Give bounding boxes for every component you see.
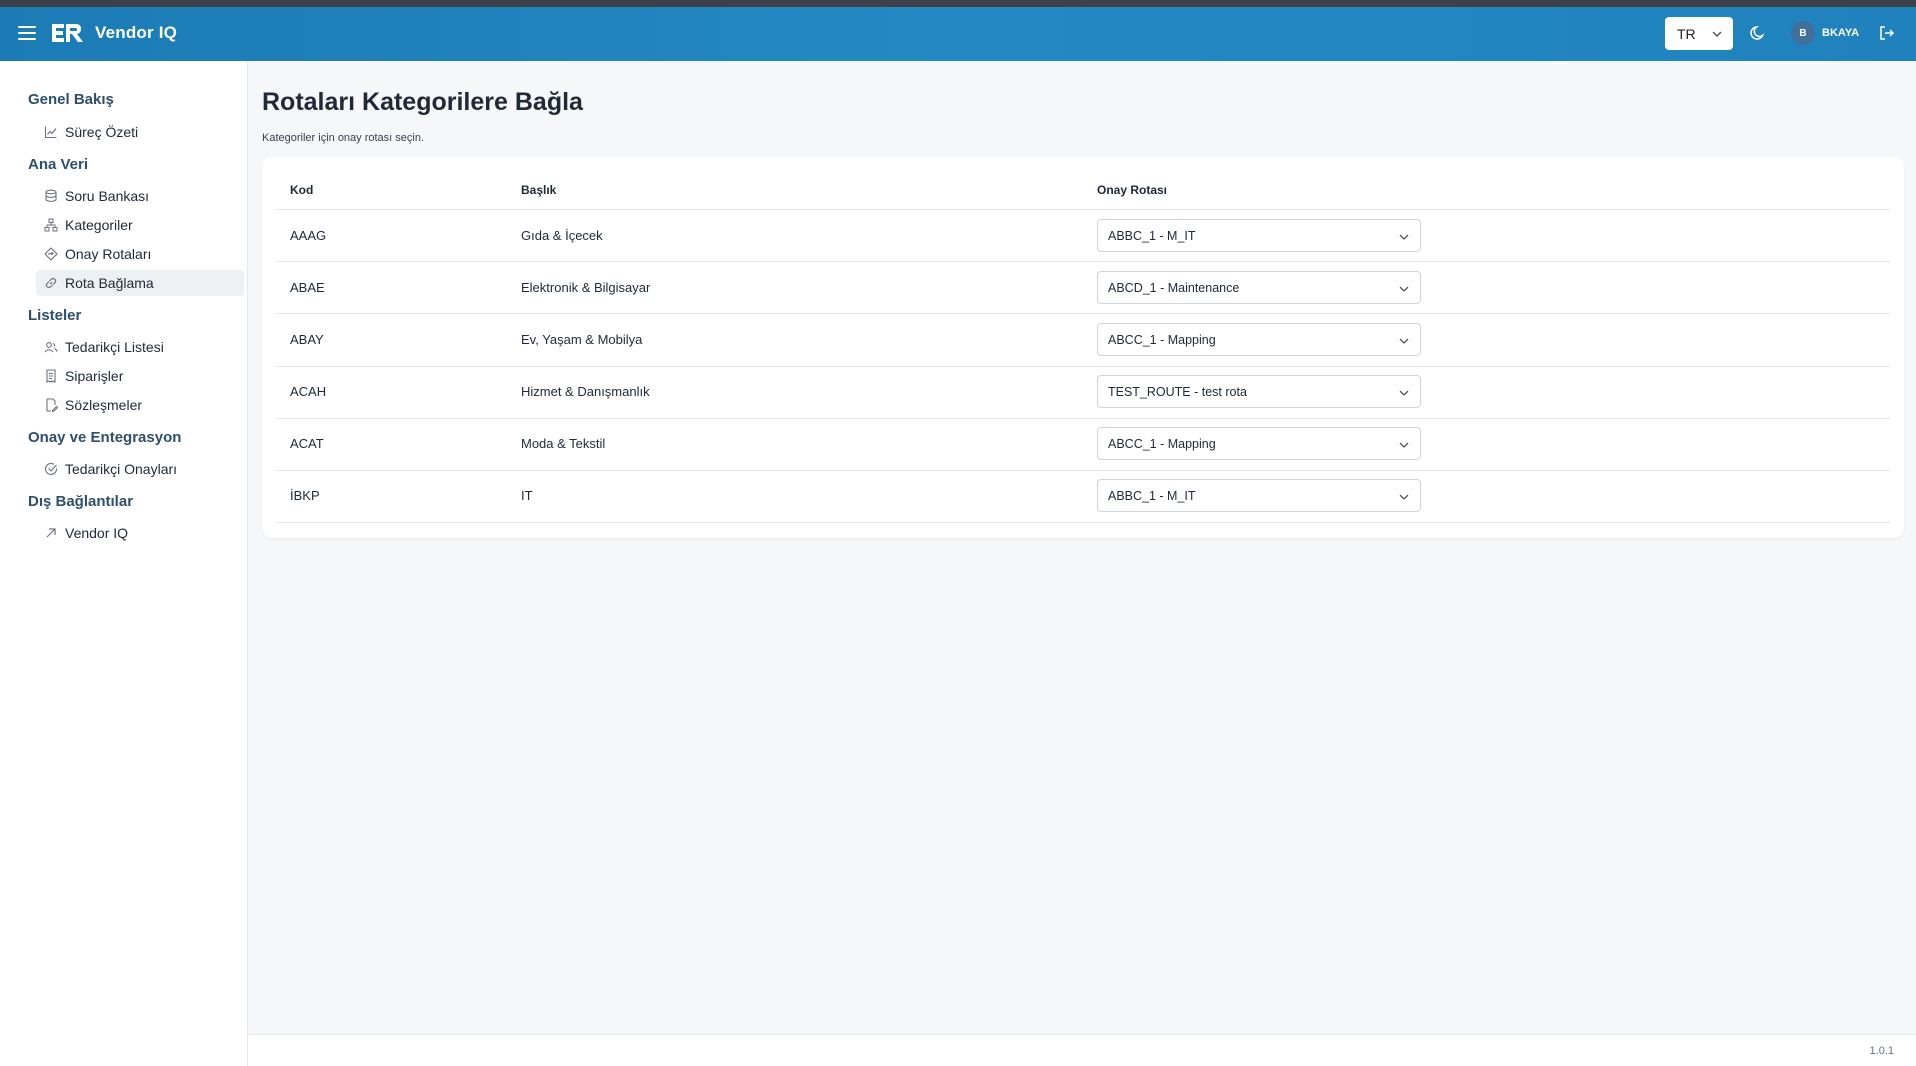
route-select[interactable]: ABBC_1 - M_IT [1097,219,1421,252]
sidebar-item-label: Kategoriler [65,217,133,233]
nav-group-dis-baglantilar: Dış Bağlantılar [28,493,134,510]
cell-title: Moda & Tekstil [521,436,606,451]
footer: 1.0.1 [248,1034,1916,1066]
sidebar-item-label: Süreç Özeti [65,124,139,140]
row-divider [276,261,1890,262]
hierarchy-icon [44,218,58,232]
column-header-code: Kod [290,183,314,197]
app-version: 1.0.1 [1869,1045,1894,1057]
nav-group-onay-entegrasyon: Onay ve Entegrasyon [28,429,182,446]
cell-title: Ev, Yaşam & Mobilya [521,332,643,347]
chevron-down-icon [1399,442,1409,448]
nav-group-listeler: Listeler [28,307,82,324]
sidebar-item-rota-baglama[interactable]: Rota Bağlama [36,270,244,296]
route-table-card [262,157,1904,538]
window-top-strip [0,0,1916,7]
route-select-value: ABBC_1 - M_IT [1108,488,1196,503]
logout-icon[interactable] [1878,24,1896,42]
chart-line-icon [44,126,57,139]
route-select-value: ABBC_1 - M_IT [1108,228,1196,243]
route-select-value: ABCC_1 - Mapping [1108,436,1216,451]
sidebar: Genel Bakış Süreç Özeti Ana Veri Soru Ba… [0,61,248,1066]
sidebar-item-label: Rota Bağlama [65,275,154,291]
chevron-down-icon [1712,31,1722,37]
sidebar-item-siparisler[interactable]: Siparişler [36,363,244,389]
database-icon [45,189,57,203]
cell-code: AAAG [290,228,327,243]
route-diamond-icon [44,247,58,261]
avatar[interactable]: B [1791,21,1815,45]
chevron-down-icon [1399,286,1409,292]
row-divider [276,470,1890,471]
sidebar-item-tedarikci-onaylari[interactable]: Tedarikçi Onayları [36,456,244,482]
column-header-title: Başlık [521,183,557,197]
external-arrow-icon [46,528,56,538]
sidebar-item-surec-ozeti[interactable]: Süreç Özeti [36,119,244,145]
sidebar-item-soru-bankasi[interactable]: Soru Bankası [36,183,244,209]
document-edit-icon [46,398,58,412]
column-header-route: Onay Rotası [1097,183,1168,197]
username[interactable]: BKAYA [1822,27,1859,39]
page-title: Rotaları Kategorilere Bağla [262,88,583,116]
nav-group-ana-veri: Ana Veri [28,156,89,173]
language-select[interactable]: TR [1665,17,1733,50]
sidebar-item-sozlesmeler[interactable]: Sözleşmeler [36,392,244,418]
dark-mode-moon-icon[interactable] [1749,24,1767,42]
cell-title: Elektronik & Bilgisayar [521,280,651,295]
route-select[interactable]: ABCC_1 - Mapping [1097,427,1421,460]
sidebar-item-label: Sözleşmeler [65,397,143,413]
sidebar-item-label: Vendor IQ [65,525,129,541]
menu-toggle-icon[interactable] [18,26,36,40]
route-select[interactable]: ABCC_1 - Mapping [1097,323,1421,356]
route-select[interactable]: ABBC_1 - M_IT [1097,479,1421,512]
sidebar-item-tedarikci-listesi[interactable]: Tedarikçi Listesi [36,334,244,360]
chevron-down-icon [1399,234,1409,240]
row-divider [276,313,1890,314]
cell-code: ABAY [290,332,324,347]
receipt-icon [46,369,56,383]
cell-title: Gıda & İçecek [521,228,603,243]
chevron-down-icon [1399,494,1409,500]
users-icon [44,342,58,353]
top-header: Vendor IQ TR B BKAYA [0,7,1916,61]
route-select-value: TEST_ROUTE - test rota [1108,384,1247,399]
sidebar-item-label: Soru Bankası [65,188,150,204]
check-circle-icon [45,462,58,475]
sidebar-item-vendor-iq-link[interactable]: Vendor IQ [36,520,244,546]
page-subtitle: Kategoriler için onay rotası seçin. [262,132,425,144]
cell-code: ABAE [290,280,325,295]
row-divider [276,522,1890,523]
row-divider [276,366,1890,367]
language-value: TR [1677,25,1696,42]
route-select[interactable]: TEST_ROUTE - test rota [1097,375,1421,408]
cell-title: Hizmet & Danışmanlık [521,384,650,399]
cell-code: ACAT [290,436,324,451]
cell-title: IT [521,488,533,503]
chevron-down-icon [1399,338,1409,344]
sidebar-item-kategoriler[interactable]: Kategoriler [36,212,244,238]
chevron-down-icon [1399,390,1409,396]
app-title: Vendor IQ [95,23,178,42]
sidebar-item-label: Siparişler [65,368,124,384]
sidebar-item-onay-rotalari[interactable]: Onay Rotaları [36,241,244,267]
route-select[interactable]: ABCD_1 - Maintenance [1097,271,1421,304]
nav-group-genel-bakis: Genel Bakış [28,91,114,108]
sidebar-item-label: Tedarikçi Onayları [65,461,178,477]
sidebar-item-label: Onay Rotaları [65,246,152,262]
cell-code: ACAH [290,384,327,399]
route-select-value: ABCD_1 - Maintenance [1108,280,1240,295]
company-logo [52,24,83,42]
sidebar-item-label: Tedarikçi Listesi [65,339,164,355]
link-icon [45,277,57,289]
row-divider [276,418,1890,419]
cell-code: İBKP [290,488,320,503]
route-select-value: ABCC_1 - Mapping [1108,332,1216,347]
table-header-divider [276,209,1890,210]
